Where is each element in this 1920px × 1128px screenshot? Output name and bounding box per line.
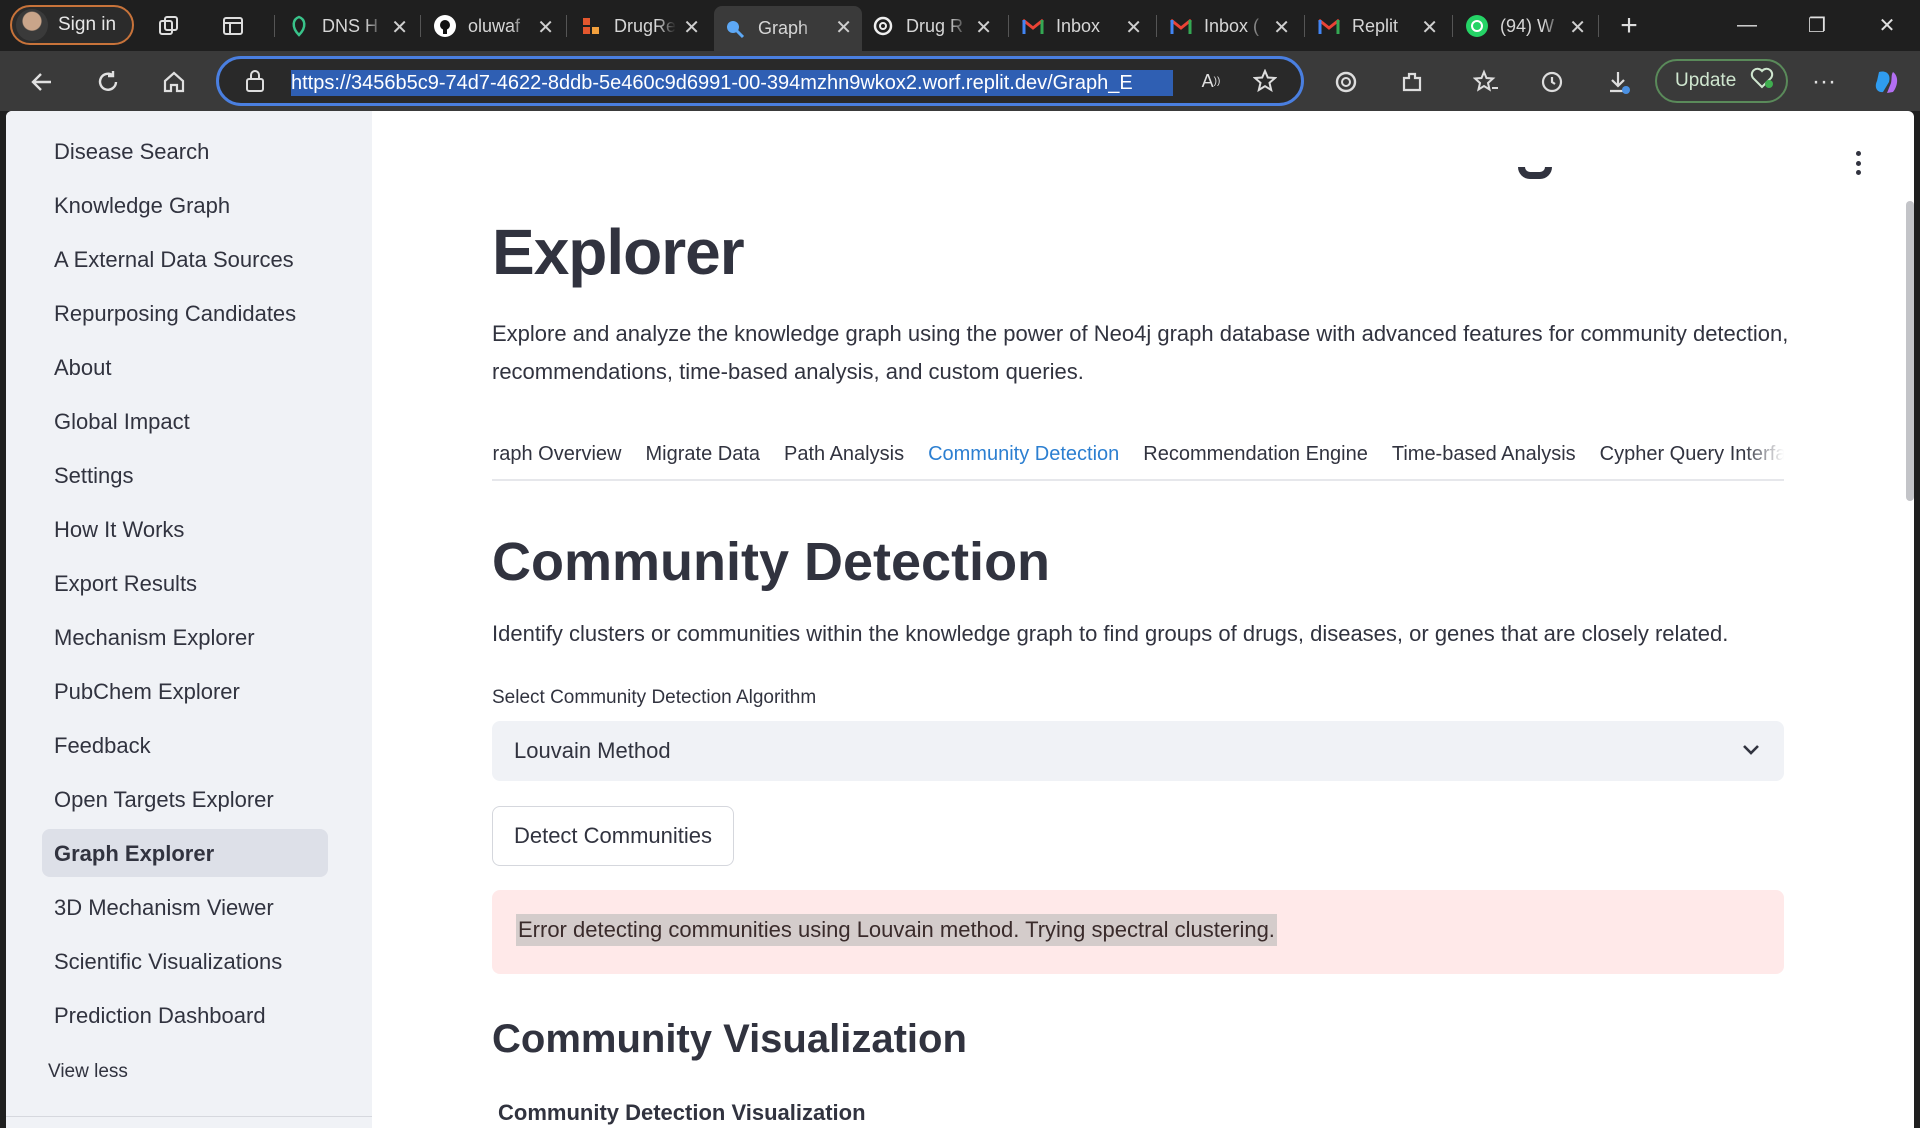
- add-favorite-icon[interactable]: [1249, 65, 1281, 97]
- close-window-icon[interactable]: ✕: [1858, 0, 1916, 51]
- copilot-icon[interactable]: [1330, 66, 1362, 98]
- restore-icon[interactable]: ❐: [1788, 0, 1846, 51]
- tab-time-based-analysis[interactable]: Time-based Analysis: [1392, 443, 1576, 479]
- refresh-icon[interactable]: [92, 66, 124, 98]
- whatsapp-icon: [1466, 15, 1488, 37]
- sidebar-item-disease-search[interactable]: Disease Search: [54, 139, 209, 165]
- algorithm-select-value: Louvain Method: [514, 738, 671, 763]
- section-description: Identify clusters or communities within …: [492, 621, 1729, 646]
- browser-tab[interactable]: DNS H ✕: [278, 6, 418, 46]
- browser-tab[interactable]: (94) W ✕: [1456, 6, 1596, 46]
- browser-tab[interactable]: Inbox ✕: [1012, 6, 1152, 46]
- tab-actions-icon[interactable]: [218, 11, 248, 41]
- heart-update-icon: [1750, 67, 1774, 95]
- tab-path-analysis[interactable]: Path Analysis: [784, 443, 904, 479]
- sidebar-item-open-targets-explorer[interactable]: Open Targets Explorer: [54, 787, 274, 813]
- tab-community-detection[interactable]: Community Detection: [928, 443, 1119, 479]
- sidebar-item-3d-mechanism-viewer[interactable]: 3D Mechanism Viewer: [54, 895, 274, 921]
- close-tab-icon[interactable]: ✕: [835, 15, 852, 40]
- gmail-icon: [1170, 15, 1192, 37]
- dns-icon: [288, 15, 310, 37]
- new-tab-icon[interactable]: +: [1614, 9, 1644, 42]
- signin-label: Sign in: [58, 14, 117, 35]
- lock-icon[interactable]: [239, 65, 271, 97]
- url-text[interactable]: https://3456b5c9-74d7-4622-8ddb-5e460c9d…: [291, 70, 1173, 96]
- settings-more-icon[interactable]: ···: [1808, 66, 1840, 98]
- avatar: [16, 9, 48, 41]
- copilot-sidebar-icon[interactable]: [1870, 66, 1902, 98]
- browser-tab[interactable]: Inbox ( ✕: [1160, 6, 1300, 46]
- sidebar-item-feedback[interactable]: Feedback: [54, 733, 151, 759]
- algorithm-select[interactable]: Louvain Method: [492, 721, 1784, 781]
- page-viewport: Disease Search Knowledge Graph A Externa…: [6, 111, 1914, 1128]
- history-icon[interactable]: [1536, 66, 1568, 98]
- close-tab-icon[interactable]: ✕: [1273, 15, 1290, 40]
- chevron-down-icon[interactable]: [1736, 735, 1766, 765]
- sidebar-item-about[interactable]: About: [54, 355, 112, 381]
- sidebar-item-prediction-dashboard[interactable]: Prediction Dashboard: [54, 1003, 266, 1029]
- tab-graph-overview[interactable]: Graph Overview: [492, 443, 622, 479]
- extensions-icon[interactable]: [1396, 66, 1428, 98]
- clipped-title-glyph: [1518, 167, 1552, 179]
- sidebar-item-settings[interactable]: Settings: [54, 463, 134, 489]
- browser-tab-active[interactable]: Graph ✕: [714, 6, 862, 51]
- sidebar-item-knowledge-graph[interactable]: Knowledge Graph: [54, 193, 230, 219]
- close-tab-icon[interactable]: ✕: [1125, 15, 1142, 40]
- page-intro: Explore and analyze the knowledge graph …: [492, 321, 1789, 384]
- close-tab-icon[interactable]: ✕: [683, 15, 700, 40]
- page-scrollbar[interactable]: [1906, 201, 1914, 501]
- address-bar[interactable]: https://3456b5c9-74d7-4622-8ddb-5e460c9d…: [216, 56, 1304, 106]
- sidebar: Disease Search Knowledge Graph A Externa…: [6, 111, 372, 1128]
- error-message: Error detecting communities using Louvai…: [516, 914, 1277, 946]
- view-less-link[interactable]: View less: [48, 1061, 128, 1083]
- sidebar-divider: [6, 1116, 372, 1117]
- main-content: Explorer Explore and analyze the knowled…: [372, 111, 1914, 1128]
- sidebar-item-pubchem-explorer[interactable]: PubChem Explorer: [54, 679, 240, 705]
- browser-tab[interactable]: DrugRe ✕: [570, 6, 710, 46]
- close-tab-icon[interactable]: ✕: [537, 15, 554, 40]
- page-title: Explorer: [492, 216, 745, 288]
- detect-communities-button[interactable]: Detect Communities: [492, 806, 734, 866]
- search-icon: [724, 18, 746, 40]
- algorithm-select-label: Select Community Detection Algorithm: [492, 687, 817, 708]
- kebab-menu-icon[interactable]: [1854, 151, 1862, 175]
- browser-tab[interactable]: Replit ✕: [1308, 6, 1448, 46]
- section-tabs: Graph Overview Migrate Data Path Analysi…: [492, 433, 1784, 481]
- github-icon: [434, 15, 456, 37]
- sidebar-item-graph-explorer[interactable]: Graph Explorer: [54, 841, 214, 867]
- sidebar-item-global-impact[interactable]: Global Impact: [54, 409, 190, 435]
- close-tab-icon[interactable]: ✕: [1421, 15, 1438, 40]
- profile-signin-button[interactable]: Sign in: [10, 5, 134, 45]
- read-aloud-icon[interactable]: A)): [1195, 65, 1227, 97]
- gmail-icon: [1318, 15, 1340, 37]
- visualization-heading: Community Visualization: [492, 1017, 967, 1061]
- sidebar-item-export-results[interactable]: Export Results: [54, 571, 197, 597]
- visualization-subheading: Community Detection Visualization: [498, 1100, 866, 1125]
- sidebar-item-mechanism-explorer[interactable]: Mechanism Explorer: [54, 625, 255, 651]
- close-tab-icon[interactable]: ✕: [975, 15, 992, 40]
- section-title: Community Detection: [492, 532, 1051, 592]
- error-alert: Error detecting communities using Louvai…: [492, 890, 1784, 974]
- sidebar-item-external-data-sources[interactable]: A External Data Sources: [54, 247, 294, 273]
- close-tab-icon[interactable]: ✕: [1569, 15, 1586, 40]
- browser-tab[interactable]: oluwaf ✕: [424, 6, 564, 46]
- tab-migrate-data[interactable]: Migrate Data: [646, 443, 761, 479]
- minimize-icon[interactable]: —: [1718, 0, 1776, 51]
- close-tab-icon[interactable]: ✕: [391, 15, 408, 40]
- tab-recommendation-engine[interactable]: Recommendation Engine: [1143, 443, 1368, 479]
- back-icon[interactable]: [26, 66, 58, 98]
- sidebar-item-repurposing-candidates[interactable]: Repurposing Candidates: [54, 301, 296, 327]
- update-button[interactable]: Update: [1655, 59, 1788, 103]
- sidebar-item-scientific-visualizations[interactable]: Scientific Visualizations: [54, 949, 282, 975]
- openai-icon: [872, 15, 894, 37]
- browser-tab[interactable]: Drug R ✕: [862, 6, 1002, 46]
- downloads-icon[interactable]: [1602, 66, 1634, 98]
- workspaces-icon[interactable]: [154, 11, 184, 41]
- gmail-icon: [1022, 15, 1044, 37]
- favorites-icon[interactable]: [1470, 66, 1502, 98]
- home-icon[interactable]: [158, 66, 190, 98]
- browser-tab-strip: Sign in DNS H ✕ oluwaf ✕ DrugRe ✕ Graph …: [0, 0, 1920, 51]
- sidebar-item-how-it-works[interactable]: How It Works: [54, 517, 184, 543]
- drugrepurpose-icon: [580, 15, 602, 37]
